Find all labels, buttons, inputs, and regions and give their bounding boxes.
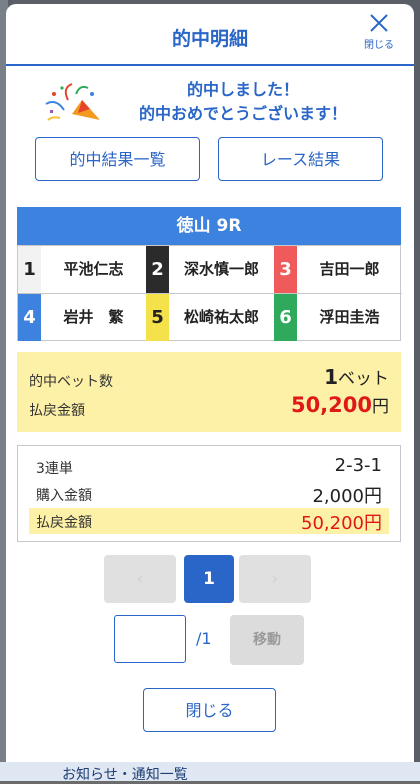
summary-payout-unit: 円 <box>372 397 389 417</box>
rider-number-4: 4 <box>18 294 41 341</box>
detail-payout-value: 50,200円 <box>301 513 382 534</box>
bet-combination: 2-3-1 <box>334 455 382 476</box>
rider-number-5: 5 <box>146 294 169 341</box>
modal-header: 的中明細 閉じる <box>6 4 414 66</box>
rider-cell-6: 6 浮田圭浩 <box>274 294 402 341</box>
race-results-button[interactable]: レース結果 <box>218 137 383 181</box>
page-move-button[interactable]: 移動 <box>230 615 304 665</box>
bet-type-label: 3連単 <box>36 461 73 477</box>
background-footer-link[interactable]: お知らせ・通知一覧 <box>62 764 188 784</box>
modal-close-label: 閉じる <box>364 40 394 51</box>
chevron-right-icon: › <box>271 569 279 588</box>
hit-bets-unit: ベット <box>338 369 389 389</box>
purchase-amount-value: 2,000円 <box>312 486 382 507</box>
race-title: 徳山 9R <box>17 207 401 245</box>
hit-bets-label: 的中ベット数 <box>29 374 113 390</box>
hit-bets-count: 1 <box>324 365 338 389</box>
purchase-amount-label: 購入金額 <box>36 488 92 504</box>
rider-number-2: 2 <box>146 246 169 293</box>
hit-results-list-button[interactable]: 的中結果一覧 <box>35 137 200 181</box>
rider-name-5: 松崎祐太郎 <box>183 308 259 326</box>
rider-name-3: 吉田一郎 <box>319 260 380 278</box>
rider-cell-2: 2 深水慎一郎 <box>146 246 274 293</box>
detail-payout-label: 払戻金額 <box>36 515 92 531</box>
congrats-line-2: 的中おめでとうございます！ <box>138 104 347 123</box>
page-number-input[interactable] <box>114 615 186 663</box>
pager-next-button[interactable]: › <box>239 555 311 603</box>
summary-payout-label: 払戻金額 <box>29 403 85 419</box>
rider-number-1: 1 <box>18 246 41 293</box>
rider-name-1: 平池仁志 <box>63 260 124 278</box>
congrats-message: 的中しました！ 的中おめでとうございます！ <box>108 78 378 126</box>
purchase-amount-row: 購入金額 2,000円 <box>29 481 389 507</box>
rider-name-6: 浮田圭浩 <box>319 308 380 326</box>
rider-number-6: 6 <box>274 294 297 341</box>
modal-close-button[interactable]: 閉じる <box>362 12 396 51</box>
summary-payout-value: 50,200円 <box>291 392 389 417</box>
close-button[interactable]: 閉じる <box>143 688 276 732</box>
modal-title: 的中明細 <box>171 28 248 50</box>
congrats-line-1: 的中しました！ <box>186 80 299 99</box>
rider-name-2: 深水慎一郎 <box>183 260 259 278</box>
summary-payout-amount: 50,200 <box>290 393 372 417</box>
detail-payout-row: 払戻金額 50,200円 <box>29 508 389 534</box>
hit-bets-value: 1ベット <box>324 364 389 389</box>
rider-cell-5: 5 松崎祐太郎 <box>146 294 274 341</box>
chevron-left-icon: ‹ <box>136 569 144 588</box>
congrats-banner: 的中しました！ 的中おめでとうございます！ <box>42 76 378 130</box>
page-total: /1 <box>196 629 212 648</box>
party-popper-icon <box>45 83 100 121</box>
rider-number-3: 3 <box>274 246 297 293</box>
rider-name-4: 岩井 繁 <box>63 308 124 326</box>
hit-summary-panel: 的中ベット数 1ベット 払戻金額 50,200円 <box>17 352 401 432</box>
rider-cell-1: 1 平池仁志 <box>18 246 146 293</box>
rider-cell-3: 3 吉田一郎 <box>274 246 402 293</box>
bet-detail-panel: 3連単 2-3-1 購入金額 2,000円 払戻金額 50,200円 <box>17 445 401 542</box>
pager-prev-button[interactable]: ‹ <box>104 555 176 603</box>
hit-details-modal: 的中明細 閉じる 的中しました！ 的中おめでとうございます！ 的中結果一覧 レー… <box>6 4 414 762</box>
rider-cell-4: 4 岩井 繁 <box>18 294 146 341</box>
close-icon <box>370 14 388 32</box>
bet-type-row: 3連単 2-3-1 <box>29 454 389 480</box>
rider-table: 1 平池仁志 2 深水慎一郎 3 吉田一郎 4 岩井 繁 5 松崎祐太郎 6 浮… <box>17 245 402 341</box>
pager-page-1[interactable]: 1 <box>184 555 234 603</box>
